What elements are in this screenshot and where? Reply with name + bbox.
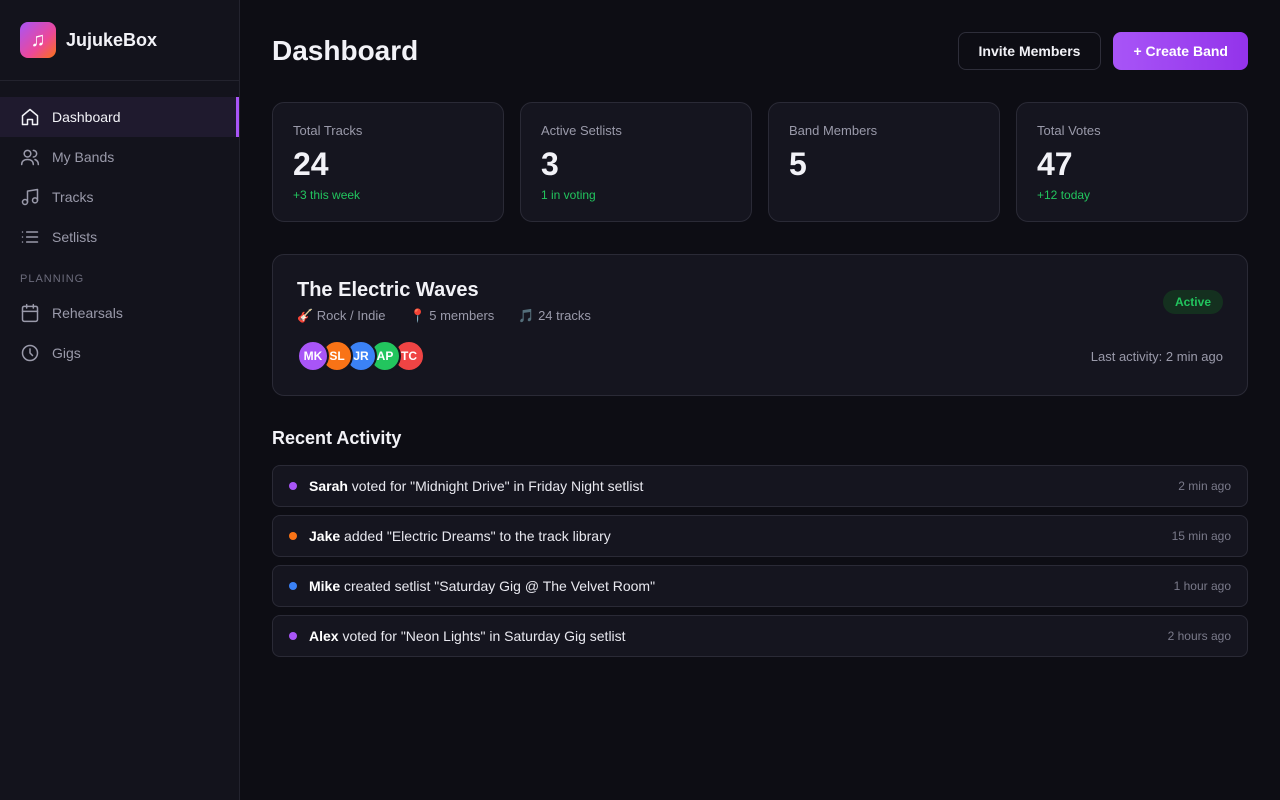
- activity-user: Alex: [309, 628, 339, 644]
- stat-value: 3: [541, 146, 559, 182]
- stat-card-active-setlists[interactable]: Active Setlists 3 1 in voting: [520, 102, 752, 222]
- sidebar-item-label: Dashboard: [52, 109, 121, 125]
- stat-label: Total Tracks: [293, 123, 363, 138]
- list-item[interactable]: Mike created setlist "Saturday Gig @ The…: [272, 565, 1248, 607]
- band-genre: 🎸 Rock / Indie: [297, 308, 386, 323]
- page-header: Dashboard Invite Members + Create Band: [272, 0, 1248, 102]
- stats-row: Total Tracks 24 +3 this week Active Setl…: [272, 102, 1248, 222]
- activity-time: 1 hour ago: [1173, 579, 1231, 593]
- users-icon: [20, 149, 40, 166]
- stat-label: Active Setlists: [541, 123, 622, 138]
- music-icon: [21, 188, 39, 206]
- activity-time: 15 min ago: [1171, 529, 1231, 543]
- activity-list: Sarah voted for "Midnight Drive" in Frid…: [272, 465, 1248, 657]
- activity-user: Mike: [309, 578, 341, 594]
- avatar-stack: MK SL JR AP TC: [297, 340, 425, 372]
- home-icon: [21, 108, 39, 126]
- sidebar-item-gigs[interactable]: Gigs: [0, 333, 239, 373]
- activity-dot: [289, 582, 297, 590]
- list-icon: [21, 231, 39, 243]
- stat-sub: +3 this week: [293, 188, 361, 202]
- band-name: The Electric Waves: [297, 279, 479, 301]
- activity-description: voted for "Midnight Drive" in Friday Nig…: [347, 478, 644, 494]
- activity-dot: [289, 632, 297, 640]
- create-band-button[interactable]: + Create Band: [1113, 32, 1248, 70]
- activity-user: Sarah: [309, 478, 348, 494]
- stat-value: 5: [789, 146, 807, 182]
- stat-sub: 1 in voting: [541, 188, 596, 202]
- recent-activity-title: Recent Activity: [272, 428, 402, 448]
- clock-icon: [21, 344, 39, 362]
- music-note-icon: ♫: [20, 22, 56, 58]
- activity-text: Jake added "Electric Dreams" to the trac…: [309, 528, 1172, 544]
- header-actions: Invite Members + Create Band: [957, 32, 1248, 70]
- activity-description: added "Electric Dreams" to the track lib…: [340, 528, 611, 544]
- activity-dot: [289, 532, 297, 540]
- stat-label: Band Members: [789, 123, 878, 138]
- calendar-icon: [21, 303, 39, 323]
- sidebar-item-my-bands[interactable]: My Bands: [0, 137, 239, 177]
- activity-time: 2 hours ago: [1167, 629, 1231, 643]
- activity-dot: [289, 482, 297, 490]
- sidebar-item-label: Tracks: [52, 189, 94, 205]
- stat-card-total-votes[interactable]: Total Votes 47 +12 today: [1016, 102, 1248, 222]
- main-nav: Dashboard My Bands Tracks Setlists PLANN…: [0, 81, 239, 373]
- activity-text: Alex voted for "Neon Lights" in Saturday…: [309, 628, 1168, 644]
- activity-user: Jake: [309, 528, 341, 544]
- main-content: Dashboard Invite Members + Create Band T…: [240, 0, 1280, 800]
- activity-text: Sarah voted for "Midnight Drive" in Frid…: [309, 478, 1178, 494]
- avatar[interactable]: MK: [297, 340, 329, 372]
- activity-description: voted for "Neon Lights" in Saturday Gig …: [338, 628, 626, 644]
- sidebar-item-dashboard[interactable]: Dashboard: [0, 97, 239, 137]
- stat-card-band-members[interactable]: Band Members 5: [768, 102, 1000, 222]
- status-badge: Active: [1162, 290, 1223, 314]
- stat-value: 24: [293, 146, 329, 182]
- stat-sub: +12 today: [1037, 188, 1091, 202]
- last-activity: Last activity: 2 min ago: [1090, 348, 1223, 364]
- sidebar-item-label: Gigs: [52, 345, 81, 361]
- sidebar-item-tracks[interactable]: Tracks: [0, 177, 239, 217]
- stat-label: Total Votes: [1037, 123, 1101, 138]
- invite-members-button[interactable]: Invite Members: [957, 32, 1102, 70]
- activity-text: Mike created setlist "Saturday Gig @ The…: [309, 578, 1174, 594]
- sidebar-item-label: My Bands: [52, 149, 115, 165]
- page-title: Dashboard: [272, 35, 419, 66]
- band-member-count: 📍 5 members: [409, 308, 495, 323]
- brand[interactable]: ♫ JujukeBox: [0, 0, 239, 81]
- app-name: JujukeBox: [66, 29, 158, 50]
- sidebar: ♫ JujukeBox Dashboard My Bands Tracks Se…: [0, 0, 240, 800]
- band-track-count: 🎵 24 tracks: [518, 308, 591, 323]
- sidebar-item-rehearsals[interactable]: Rehearsals: [0, 293, 239, 333]
- list-item[interactable]: Sarah voted for "Midnight Drive" in Frid…: [272, 465, 1248, 507]
- stat-card-total-tracks[interactable]: Total Tracks 24 +3 this week: [272, 102, 504, 222]
- nav-section-planning: PLANNING: [20, 273, 85, 285]
- activity-description: created setlist "Saturday Gig @ The Velv…: [340, 578, 656, 594]
- band-card[interactable]: The Electric Waves 🎸 Rock / Indie 📍 5 me…: [272, 254, 1248, 396]
- band-footer: MK SL JR AP TC Last activity: 2 min ago: [297, 340, 1223, 372]
- sidebar-item-setlists[interactable]: Setlists: [0, 217, 239, 257]
- list-item[interactable]: Jake added "Electric Dreams" to the trac…: [272, 515, 1248, 557]
- activity-time: 2 min ago: [1178, 479, 1231, 493]
- band-meta: 🎸 Rock / Indie 📍 5 members 🎵 24 tracks: [297, 308, 1223, 324]
- sidebar-item-label: Rehearsals: [52, 305, 123, 321]
- sidebar-item-label: Setlists: [52, 229, 98, 245]
- stat-value: 47: [1037, 146, 1073, 182]
- list-item[interactable]: Alex voted for "Neon Lights" in Saturday…: [272, 615, 1248, 657]
